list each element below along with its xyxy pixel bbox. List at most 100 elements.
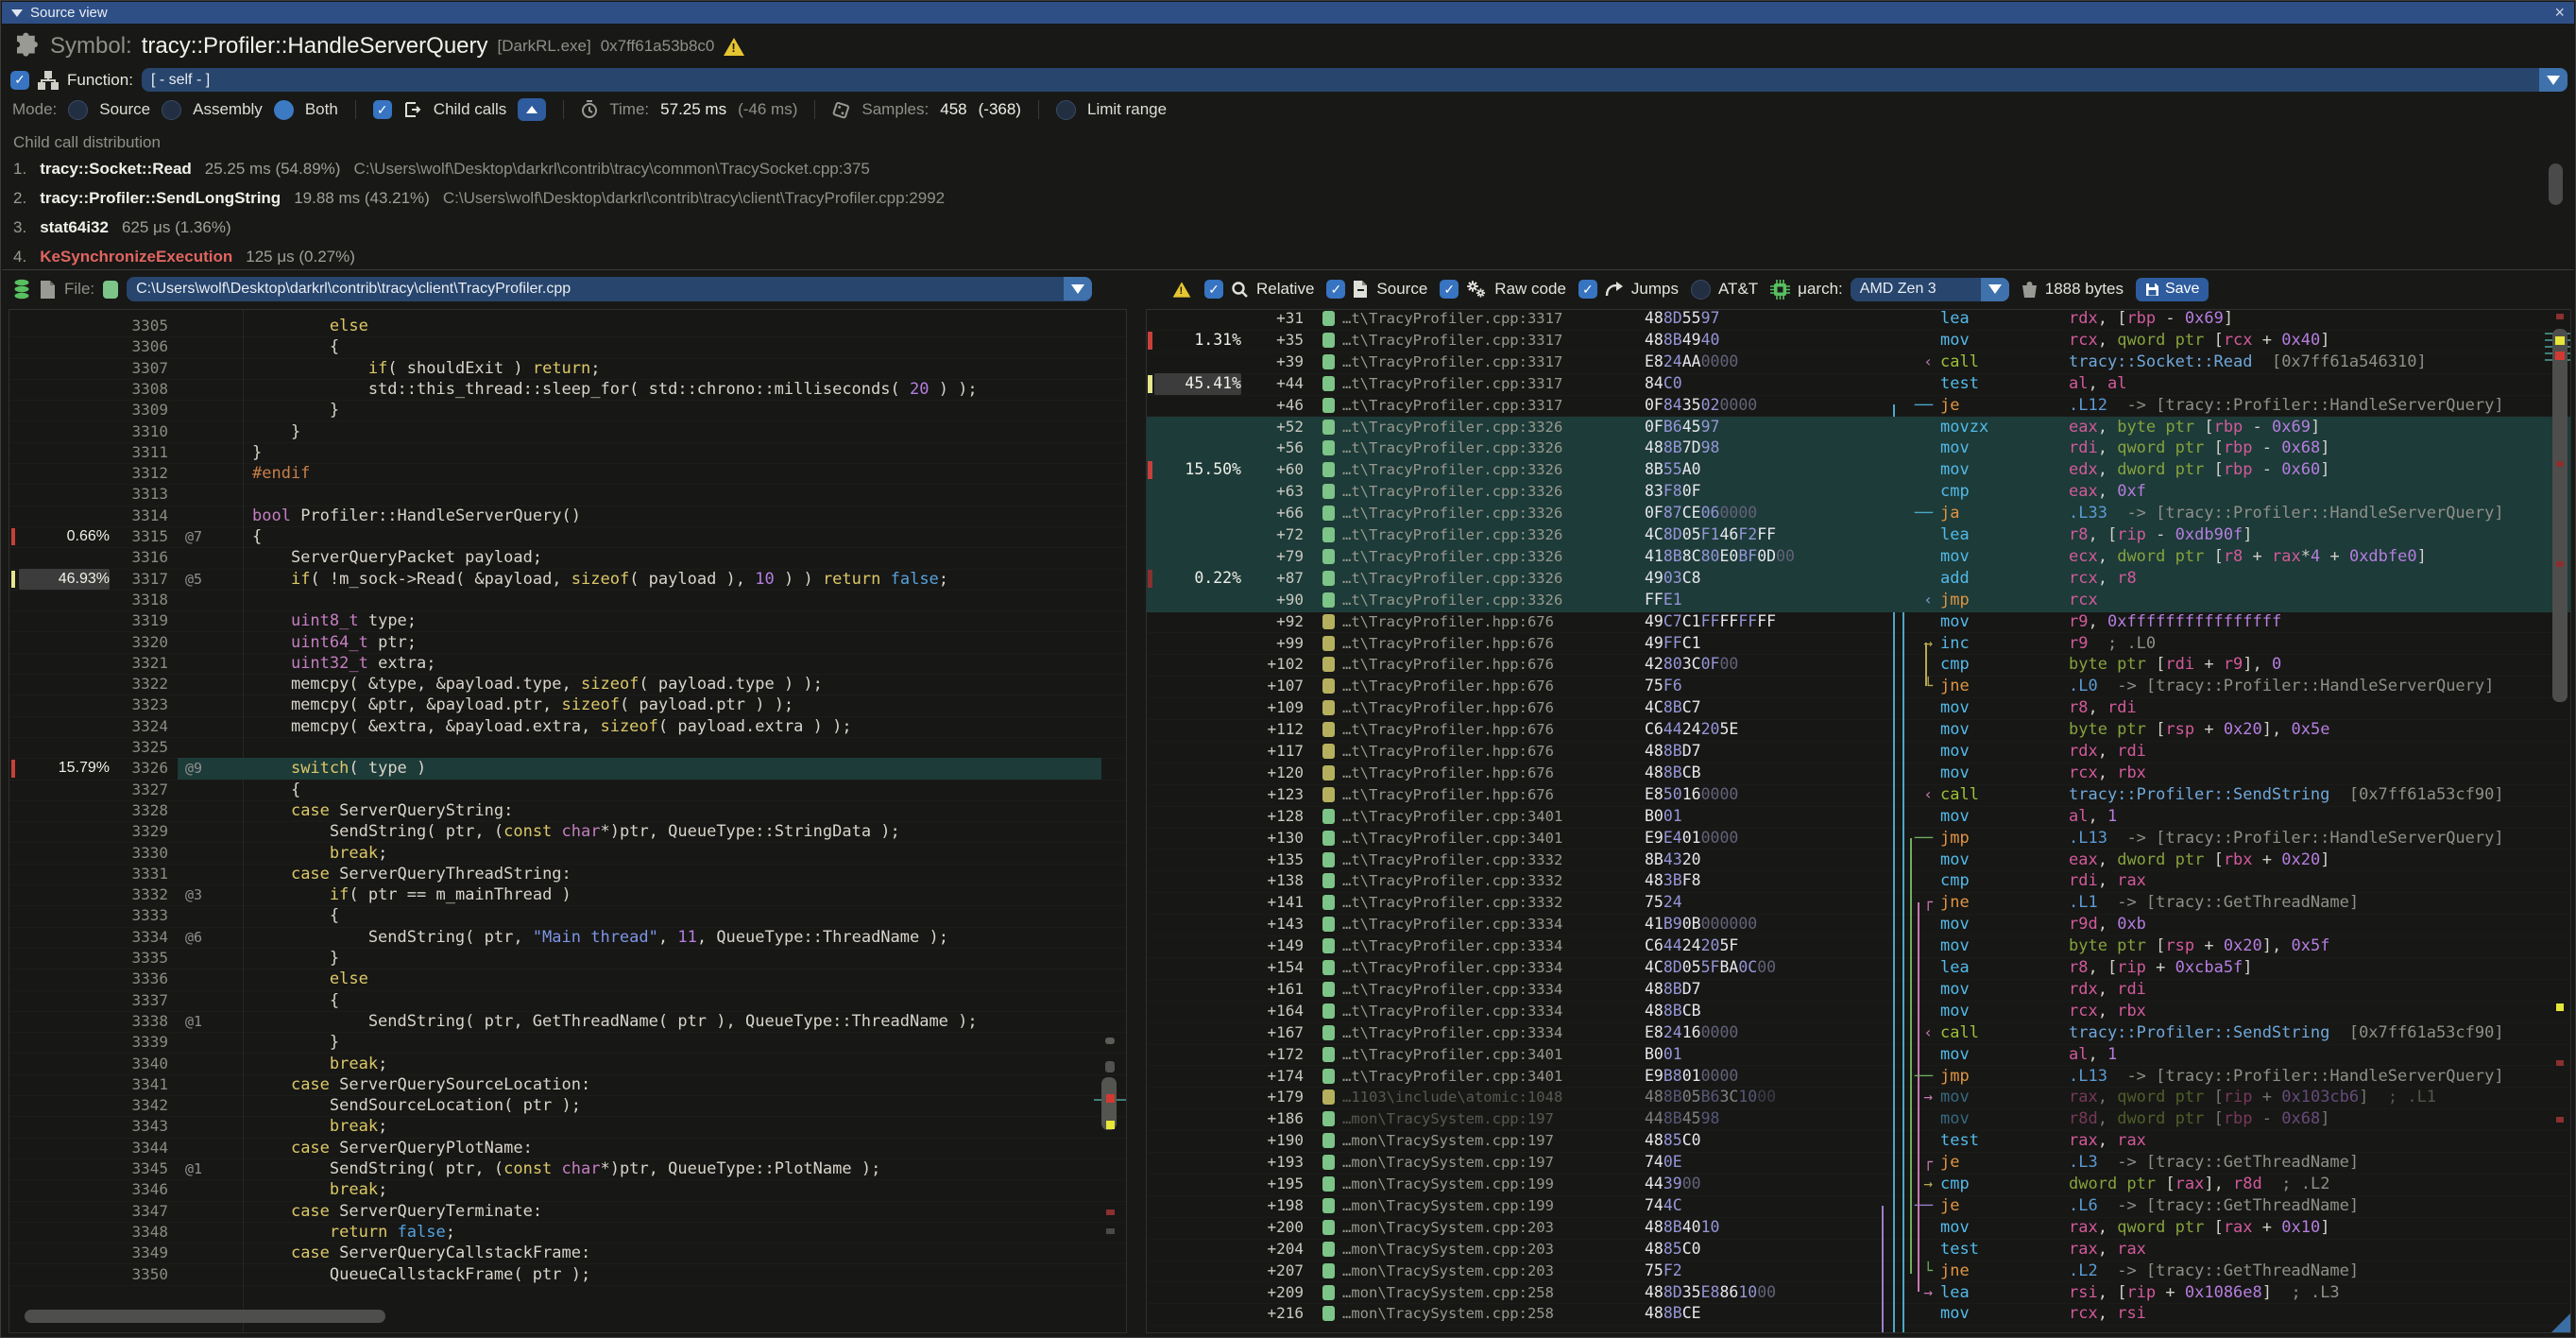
source-label[interactable]: Source [1376,280,1427,299]
source-line[interactable]: 3346 break; [9,1179,1126,1201]
asm-row[interactable]: +143…t\TracyProfiler.cpp:333441B90B00000… [1147,914,2570,936]
asm-row[interactable]: +130…t\TracyProfiler.cpp:3401E9E4010000─… [1147,828,2570,850]
asm-row[interactable]: +52…t\TracyProfiler.cpp:33260FB64597movz… [1147,417,2570,439]
relative-label[interactable]: Relative [1256,280,1314,299]
asm-row[interactable]: 15.50%+60…t\TracyProfiler.cpp:33268B55A0… [1147,459,2570,482]
source-line[interactable]: 3318 [9,590,1126,611]
limit-range-label[interactable]: Limit range [1087,100,1167,119]
relative-checkbox[interactable]: ✓ [1204,280,1223,299]
source-line[interactable]: 3324 memcpy( &extra, &payload.extra, siz… [9,716,1126,738]
source-line[interactable]: 3308 std::this_thread::sleep_for( std::c… [9,379,1126,401]
source-line[interactable]: 3343 break; [9,1116,1126,1138]
source-horizontal-scrollbar[interactable] [25,1310,385,1323]
asm-row[interactable]: +107…t\TracyProfiler.hpp:67675F6└jne.L0 … [1147,676,2570,698]
asm-row[interactable]: +174…t\TracyProfiler.cpp:3401E9B8010000─… [1147,1066,2570,1089]
child-calls-label[interactable]: Child calls [434,100,506,119]
asm-row[interactable]: +102…t\TracyProfiler.hpp:67642803C0F00cm… [1147,654,2570,677]
asm-row[interactable]: +149…t\TracyProfiler.cpp:3334C64424205Fm… [1147,935,2570,958]
asm-row[interactable]: +90…t\TracyProfiler.cpp:3326FFE1‹jmprcx [1147,590,2570,612]
source-line[interactable]: 3350 QueueCallstackFrame( ptr ); [9,1264,1126,1286]
source-line[interactable]: 3313 [9,484,1126,506]
asm-row[interactable]: +167…t\TracyProfiler.cpp:3334E824160000‹… [1147,1022,2570,1045]
child-call-item[interactable]: 4.KeSynchronizeExecution125 μs (0.27%) [13,248,355,269]
source-line[interactable]: 46.93%3317@5 if( !m_sock->Read( &payload… [9,569,1126,591]
asm-row[interactable]: +79…t\TracyProfiler.cpp:3326418B8C80E0BF… [1147,546,2570,569]
child-call-item[interactable]: 3.stat64i32625 μs (1.36%) [13,218,231,243]
asm-row[interactable]: +109…t\TracyProfiler.hpp:6764C8BC7movr8,… [1147,697,2570,720]
asm-row[interactable]: +31…t\TracyProfiler.cpp:3317488D5597lear… [1147,309,2570,331]
asm-row[interactable]: +154…t\TracyProfiler.cpp:33344C8D055FBA0… [1147,957,2570,980]
jumps-label[interactable]: Jumps [1631,280,1679,299]
source-line[interactable]: 0.66%3315@7{ [9,526,1126,548]
source-line[interactable]: 3322 memcpy( &type, &payload.type, sizeo… [9,674,1126,695]
asm-row[interactable]: +164…t\TracyProfiler.cpp:3334488BCBmovrc… [1147,1001,2570,1023]
resize-grip[interactable] [2551,1313,2570,1332]
mode-option-both[interactable]: Both [305,100,338,119]
chevron-down-icon[interactable] [2539,68,2567,92]
asm-row[interactable]: +172…t\TracyProfiler.cpp:3401B001moval, … [1147,1044,2570,1067]
asm-row[interactable]: +99…t\TracyProfiler.hpp:67649FFC1→incr9 … [1147,633,2570,656]
asm-row[interactable]: +112…t\TracyProfiler.hpp:676C64424205Emo… [1147,719,2570,742]
mode-option-assembly[interactable]: Assembly [193,100,263,119]
collapse-child-calls-button[interactable] [518,98,546,121]
source-line[interactable]: 3345@1 SendString( ptr, (const char*)ptr… [9,1158,1126,1180]
title-bar[interactable]: Source view × [2,2,2574,24]
radio-source[interactable] [68,100,88,120]
asm-row[interactable]: +190…mon\TracySystem.cpp:1974885C0testra… [1147,1130,2570,1153]
source-line[interactable]: 3329 SendString( ptr, (const char*)ptr, … [9,821,1126,843]
source-line[interactable]: 3335 } [9,948,1126,969]
source-line[interactable]: 3325 [9,737,1126,759]
source-line[interactable]: 3348 return false; [9,1222,1126,1244]
file-dropdown[interactable]: C:\Users\wolf\Desktop\darkrl\contrib\tra… [127,277,1092,301]
source-line[interactable]: 3347 case ServerQueryTerminate: [9,1201,1126,1223]
asm-row[interactable]: +138…t\TracyProfiler.cpp:3332483BF8cmprd… [1147,870,2570,893]
source-line[interactable]: 3320 uint64_t ptr; [9,632,1126,654]
function-checkbox[interactable]: ✓ [10,71,29,90]
child-call-item[interactable]: 2.tracy::Profiler::SendLongString19.88 m… [13,189,945,214]
source-line[interactable]: 3337 { [9,990,1126,1012]
collapse-icon[interactable] [11,9,23,17]
asm-row[interactable]: +63…t\TracyProfiler.cpp:332683F80Fcmpeax… [1147,481,2570,504]
asm-row[interactable]: +198…mon\TracySystem.cpp:199744C──je.L6 … [1147,1195,2570,1218]
asm-row[interactable]: +92…t\TracyProfiler.hpp:67649C7C1FFFFFFF… [1147,611,2570,634]
source-line[interactable]: 3307 if( shouldExit ) return; [9,358,1126,380]
child-calls-checkbox[interactable]: ✓ [373,100,392,119]
att-label[interactable]: AT&T [1718,280,1758,299]
asm-row[interactable]: +204…mon\TracySystem.cpp:2034885C0testra… [1147,1239,2570,1261]
save-button[interactable]: Save [2136,278,2209,301]
source-line[interactable]: 3340 break; [9,1054,1126,1075]
limit-range-checkbox[interactable] [1056,100,1076,120]
asm-row[interactable]: +161…t\TracyProfiler.cpp:3334488BD7movrd… [1147,979,2570,1002]
source-line[interactable]: 3316 ServerQueryPacket payload; [9,547,1126,569]
asm-row[interactable]: +209…mon\TracySystem.cpp:258488D35E88610… [1147,1282,2570,1305]
source-line[interactable]: 3334@6 SendString( ptr, "Main thread", 1… [9,927,1126,949]
source-line[interactable]: 3312#endif [9,463,1126,485]
asm-row[interactable]: +39…t\TracyProfiler.cpp:3317E824AA0000‹c… [1147,352,2570,374]
source-line[interactable]: 3339 } [9,1032,1126,1054]
chevron-down-icon[interactable] [1981,278,2009,301]
radio-assembly[interactable] [162,100,181,120]
raw-code-checkbox[interactable]: ✓ [1440,280,1459,299]
source-line[interactable]: 3310 } [9,421,1126,443]
mode-option-source[interactable]: Source [99,100,150,119]
source-line[interactable]: 3344 case ServerQueryPlotName: [9,1138,1126,1159]
source-checkbox[interactable]: ✓ [1326,280,1345,299]
asm-row[interactable]: +128…t\TracyProfiler.cpp:3401B001moval, … [1147,806,2570,829]
source-line[interactable]: 3305 else [9,316,1126,337]
asm-row[interactable]: +193…mon\TracySystem.cpp:197740E┌je.L3 -… [1147,1152,2570,1175]
asm-row[interactable]: +123…t\TracyProfiler.hpp:676E850160000‹c… [1147,784,2570,807]
source-line[interactable]: 3342 SendSourceLocation( ptr ); [9,1095,1126,1117]
source-line[interactable]: 3319 uint8_t type; [9,610,1126,632]
source-line[interactable]: 3327 { [9,780,1126,801]
asm-row[interactable]: +46…t\TracyProfiler.cpp:33170F8435020000… [1147,395,2570,418]
source-line[interactable]: 3336 else [9,969,1126,990]
asm-row[interactable]: +207…mon\TracySystem.cpp:20375F2└jne.L2 … [1147,1261,2570,1283]
asm-row[interactable]: +117…t\TracyProfiler.hpp:676488BD7movrdx… [1147,741,2570,763]
source-line[interactable]: 3338@1 SendString( ptr, GetThreadName( p… [9,1011,1126,1033]
asm-row[interactable]: +135…t\TracyProfiler.cpp:33328B4320movea… [1147,849,2570,872]
source-line[interactable]: 3332@3 if( ptr == m_mainThread ) [9,884,1126,906]
asm-row[interactable]: +120…t\TracyProfiler.hpp:676488BCBmovrcx… [1147,763,2570,785]
radio-both[interactable] [274,100,294,120]
asm-row[interactable]: 0.22%+87…t\TracyProfiler.cpp:33264903C8a… [1147,568,2570,591]
source-line[interactable]: 3349 case ServerQueryCallstackFrame: [9,1243,1126,1264]
